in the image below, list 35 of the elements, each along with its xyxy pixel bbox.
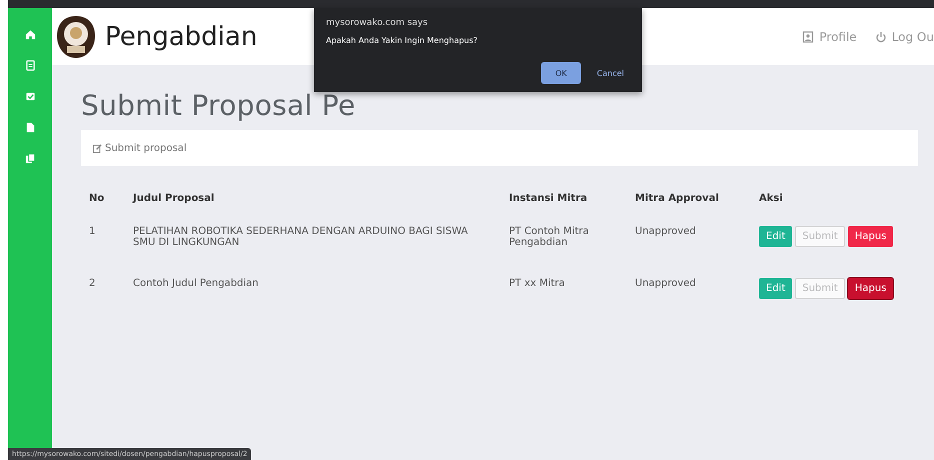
logo — [55, 14, 97, 60]
column-header: Aksi — [759, 192, 783, 204]
edit-icon — [93, 144, 102, 152]
app-title: Pengabdian — [105, 22, 258, 52]
page-title: Submit Proposal Pe — [81, 89, 356, 122]
cancel-button[interactable]: Cancel — [590, 62, 630, 84]
profile-link[interactable]: Profile — [802, 30, 857, 44]
profile-icon — [802, 30, 814, 42]
dialog-origin: mysorowako.com says — [326, 18, 429, 28]
row-number: 2 — [89, 278, 96, 289]
column-header: No — [89, 192, 104, 204]
document-icon — [24, 60, 36, 70]
power-link[interactable]: Log Ou — [874, 30, 934, 44]
partner-name: PT Contoh Mitra Pengabdian — [509, 226, 589, 248]
power-icon — [874, 30, 887, 42]
proposal-title: Contoh Judul Pengabdian — [133, 278, 259, 289]
approval-status: Unapproved — [635, 278, 696, 289]
copy-icon — [24, 152, 36, 164]
checkbox-icon — [24, 90, 36, 102]
edit-button[interactable]: Edit — [759, 226, 792, 247]
ok-button[interactable]: OK — [541, 62, 581, 84]
column-header: Mitra Approval — [635, 192, 719, 204]
file-icon — [24, 122, 36, 132]
column-header: Judul Proposal — [133, 192, 214, 204]
edit-button[interactable]: Edit — [759, 278, 792, 299]
dialog-message: Apakah Anda Yakin Ingin Menghapus? — [326, 36, 479, 45]
partner-name: PT xx Mitra — [509, 278, 565, 289]
column-header: Instansi Mitra — [509, 192, 588, 204]
home-icon — [24, 28, 36, 40]
proposal-title: PELATIHAN ROBOTIKA SEDERHANA DENGAN ARDUINO BAGI SISWA SMU DI LINGKUNGAN — [133, 226, 468, 248]
breadcrumb-link[interactable]: Submit proposal — [105, 142, 187, 154]
delete-button[interactable]: Hapus — [848, 278, 894, 299]
row-number: 1 — [89, 226, 96, 237]
approval-status: Unapproved — [635, 226, 696, 237]
delete-button[interactable]: Hapus — [848, 226, 894, 247]
